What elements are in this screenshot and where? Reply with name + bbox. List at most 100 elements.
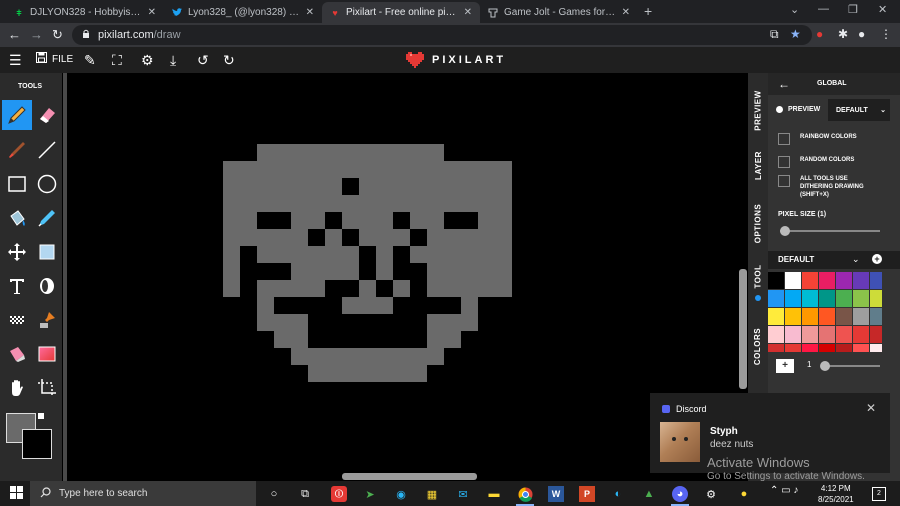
hamburger-menu-icon[interactable]: ☰ (9, 52, 22, 69)
scrollbar-thumb[interactable] (342, 473, 477, 480)
tool-gradient[interactable] (32, 339, 62, 369)
palette-swatch[interactable] (870, 290, 882, 307)
taskbar-search-box[interactable]: Type here to search (30, 481, 256, 506)
tool-pencil[interactable] (2, 100, 32, 130)
option-dithering[interactable]: ALL TOOLS USE DITHERING DRAWING (SHIFT+X… (778, 175, 880, 199)
tab-pixilart[interactable]: ♥ Pixilart - Free online pixel art dra ✕ (322, 2, 480, 23)
menu-dots-icon[interactable]: ⋮ (880, 27, 892, 41)
preview-radio[interactable] (776, 106, 783, 113)
minimize-icon[interactable]: — (818, 3, 829, 15)
window-close-icon[interactable]: ✕ (878, 3, 887, 16)
close-icon[interactable]: ✕ (464, 7, 472, 18)
palette-swatch[interactable] (768, 290, 784, 307)
tools-scrollbar[interactable] (63, 73, 67, 483)
drawing-canvas[interactable] (68, 73, 738, 473)
palette-swatch[interactable] (768, 344, 784, 352)
tab-tool[interactable]: TOOL (748, 261, 768, 291)
brush-size-slider-knob[interactable] (820, 361, 830, 371)
back-icon[interactable]: ← (8, 27, 21, 42)
tool-circle[interactable] (32, 169, 62, 199)
chevron-down-icon[interactable]: ⌄ (852, 254, 860, 265)
system-tray-icons[interactable]: ⌃ ▭ ♪ (770, 485, 798, 496)
tab-twitter[interactable]: Lyon328_ (@lyon328) / Twitter ✕ (164, 2, 322, 23)
tab-preview[interactable]: PREVIEW (748, 85, 768, 135)
task-view-icon[interactable]: ⧉ (297, 486, 313, 502)
palette-swatch[interactable] (819, 326, 835, 343)
tab-colors[interactable]: COLORS (748, 323, 768, 369)
add-color-button[interactable]: + (776, 359, 794, 373)
chrome-icon[interactable] (517, 486, 533, 502)
option-random-colors[interactable]: RANDOM COLORS (778, 156, 880, 168)
taskbar-clock[interactable]: 4:12 PM 8/25/2021 (818, 483, 854, 505)
palette-swatch[interactable] (836, 326, 852, 343)
share-icon[interactable]: ⧉ (770, 27, 779, 42)
mail-icon[interactable]: ✉ (455, 486, 471, 502)
powerpoint-icon[interactable]: P (579, 486, 595, 502)
scrollbar-thumb[interactable] (739, 269, 747, 389)
undo-icon[interactable]: ↺ (197, 52, 209, 69)
tool-lighten[interactable] (2, 339, 32, 369)
checkbox[interactable] (778, 133, 790, 145)
reload-icon[interactable]: ↻ (52, 27, 63, 43)
palette-swatch[interactable] (785, 308, 801, 325)
add-palette-icon[interactable]: + (872, 254, 882, 264)
tool-dither[interactable] (2, 305, 32, 335)
pixilart-logo[interactable]: PIXILART (406, 52, 506, 68)
palette-swatch[interactable] (819, 290, 835, 307)
bookmark-star-icon[interactable]: ★ (790, 27, 801, 41)
palette-swatch[interactable] (853, 290, 869, 307)
forward-icon[interactable]: → (30, 27, 43, 42)
palette-swatch[interactable] (785, 326, 801, 343)
palette-swatch[interactable] (768, 326, 784, 343)
palette-swatch[interactable] (853, 326, 869, 343)
tool-select[interactable] (32, 237, 62, 267)
store-icon[interactable]: ▦ (424, 486, 440, 502)
tool-eraser[interactable] (32, 100, 62, 130)
palette-swatch[interactable] (802, 308, 818, 325)
palette-swatch[interactable] (785, 290, 801, 307)
steam-icon[interactable]: ⚙ (703, 486, 719, 502)
tab-deviantart[interactable]: ǂ DJLYON328 - Hobbyist, Digital Ar ✕ (6, 2, 164, 23)
tool-shade[interactable] (32, 271, 62, 301)
app-icon[interactable]: ● (736, 486, 752, 502)
brush-size-slider[interactable] (824, 365, 880, 367)
palette-swatch[interactable] (768, 308, 784, 325)
palette-swatch[interactable] (819, 344, 835, 352)
profile-avatar-icon[interactable]: ● (858, 27, 865, 41)
secondary-color-swatch[interactable] (22, 429, 52, 459)
option-rainbow-colors[interactable]: RAINBOW COLORS (778, 133, 880, 145)
close-icon[interactable]: ✕ (148, 7, 156, 18)
palette-swatch[interactable] (785, 344, 801, 352)
tool-text[interactable] (2, 271, 32, 301)
address-bar[interactable]: pixilart.com/draw (72, 25, 812, 45)
palette-swatch[interactable] (802, 272, 818, 289)
palette-swatch[interactable] (785, 272, 801, 289)
palette-swatch[interactable] (768, 272, 784, 289)
palette-swatch[interactable] (802, 290, 818, 307)
palette-swatch[interactable] (870, 308, 882, 325)
palette-swatch[interactable] (853, 272, 869, 289)
app-icon[interactable]: ◐ (610, 486, 626, 502)
palette-swatch[interactable] (870, 326, 882, 343)
palette-swatch[interactable] (802, 326, 818, 343)
palette-swatch[interactable] (836, 290, 852, 307)
file-menu-button[interactable]: FILE (36, 52, 73, 66)
tab-layer[interactable]: LAYER (748, 145, 768, 185)
tool-crop[interactable] (32, 373, 62, 403)
tool-hand[interactable] (2, 373, 32, 403)
tab-options[interactable]: OPTIONS (748, 198, 768, 248)
discord-taskbar-icon[interactable]: ◕ (672, 486, 688, 502)
palette-swatch[interactable] (853, 308, 869, 325)
app-icon[interactable]: ⏼ (331, 486, 347, 502)
new-tab-button[interactable]: + (644, 3, 652, 19)
tool-eyedropper[interactable] (32, 203, 62, 233)
palette-swatch[interactable] (836, 308, 852, 325)
close-icon[interactable]: ✕ (622, 7, 630, 18)
palette-swatch[interactable] (870, 344, 882, 352)
checkbox[interactable] (778, 156, 790, 168)
restore-icon[interactable]: ❐ (848, 3, 858, 16)
close-icon[interactable]: ✕ (866, 401, 876, 415)
tool-brush[interactable] (2, 135, 32, 165)
back-arrow-icon[interactable]: ← (778, 77, 790, 91)
palette-swatch[interactable] (853, 344, 869, 352)
